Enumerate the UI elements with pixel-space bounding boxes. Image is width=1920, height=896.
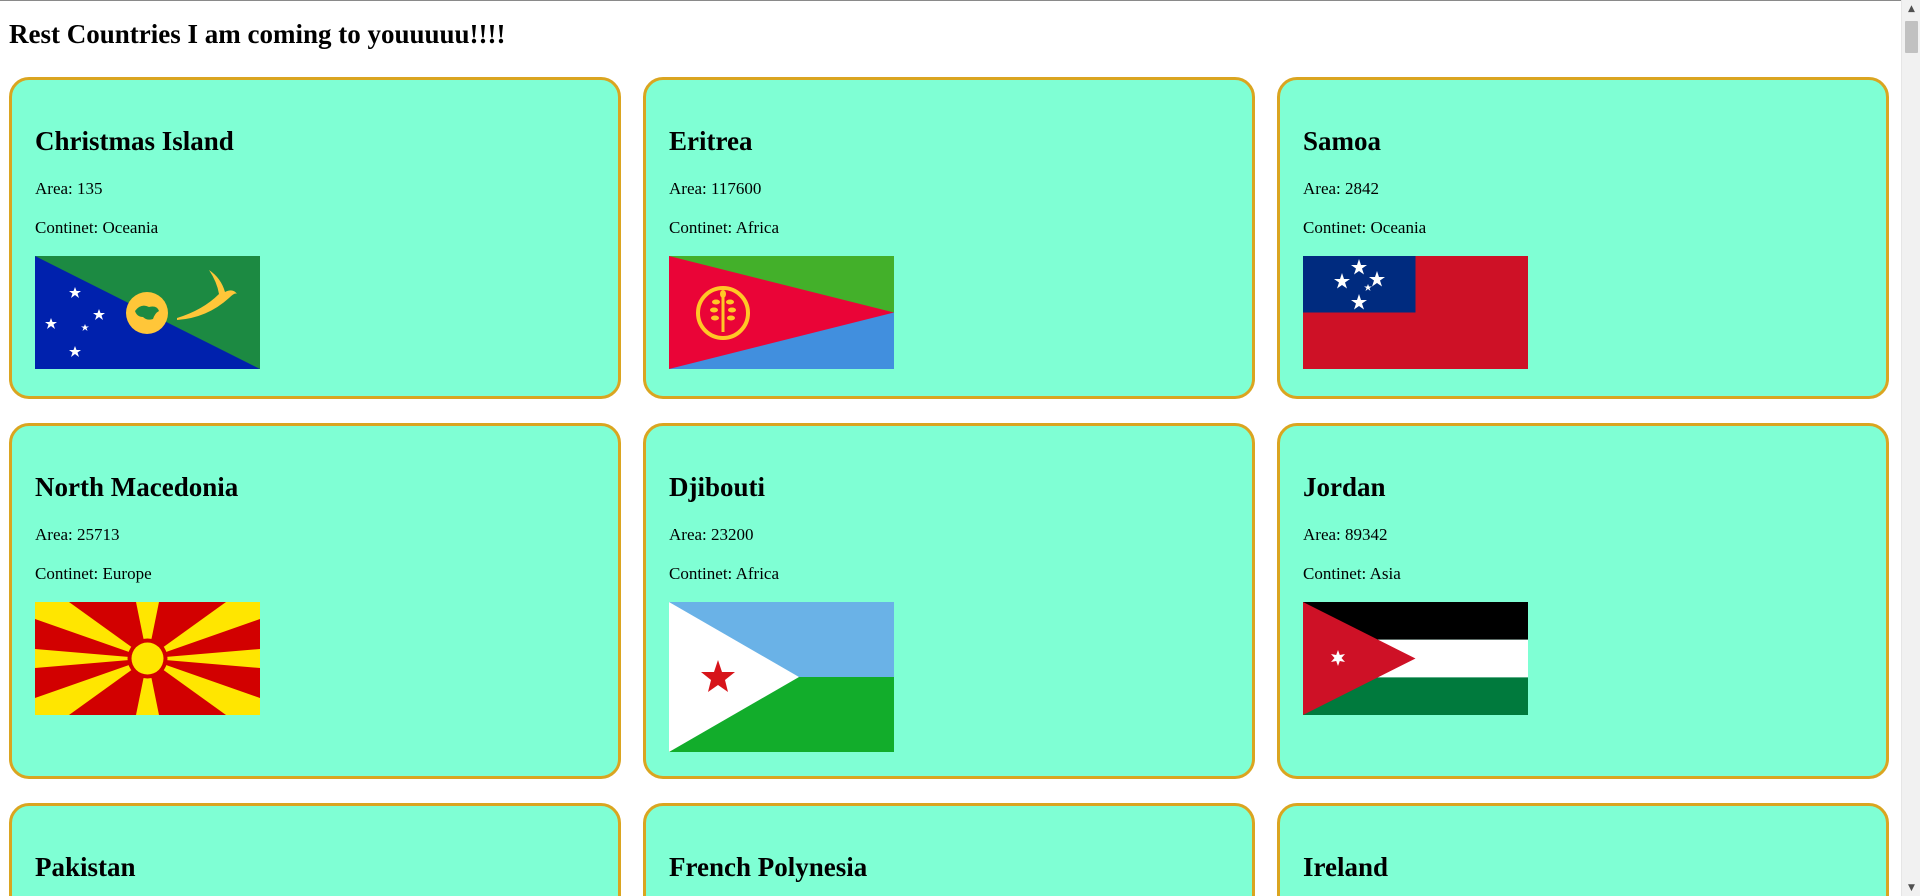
country-name: French Polynesia [669,852,868,882]
country-card: Eritrea Area: 117600 Continet: Africa [643,77,1255,399]
scroll-up-arrow-icon[interactable]: ▲ [1902,0,1920,17]
scrollbar-thumb[interactable] [1905,21,1918,53]
country-name: Pakistan [35,852,136,882]
page-title: Rest Countries I am coming to youuuuu!!!… [9,19,506,49]
country-grid: Christmas Island Area: 135 Continet: Oce… [9,77,1890,896]
eritrea-flag-icon [669,256,894,369]
christmas-island-flag-icon [35,256,260,369]
country-card: Djibouti Area: 23200 Continet: Africa [643,423,1255,779]
country-area: Area: 135 [35,179,103,198]
country-card: North Macedonia Area: 25713 Continet: Eu… [9,423,621,779]
djibouti-flag-icon [669,602,894,752]
country-card: French Polynesia [643,803,1255,896]
country-continent: Continet: Oceania [35,218,159,237]
top-border [0,0,1920,1]
north-macedonia-flag-icon [35,602,260,715]
country-name: North Macedonia [35,472,239,502]
country-area: Area: 117600 [669,179,762,198]
country-name: Eritrea [669,126,753,156]
country-continent: Continet: Asia [1303,564,1401,583]
country-area: Area: 2842 [1303,179,1380,198]
jordan-flag-icon [1303,602,1528,715]
country-name: Ireland [1303,852,1389,882]
country-card: Samoa Area: 2842 Continet: Oceania [1277,77,1889,399]
country-name: Jordan [1303,472,1386,502]
page: Rest Countries I am coming to youuuuu!!!… [0,0,1920,896]
country-card: Pakistan [9,803,621,896]
country-continent: Continet: Oceania [1303,218,1427,237]
country-area: Area: 89342 [1303,525,1388,544]
country-area: Area: 25713 [35,525,120,544]
country-continent: Continet: Africa [669,218,780,237]
country-card: Christmas Island Area: 135 Continet: Oce… [9,77,621,399]
samoa-flag-icon [1303,256,1528,369]
country-continent: Continet: Africa [669,564,780,583]
country-card: Ireland [1277,803,1889,896]
country-name: Christmas Island [35,126,234,156]
country-name: Djibouti [669,472,766,502]
country-card: Jordan Area: 89342 Continet: Asia [1277,423,1889,779]
country-area: Area: 23200 [669,525,754,544]
vertical-scrollbar[interactable]: ▲ ▼ [1901,0,1920,896]
country-continent: Continet: Europe [35,564,152,583]
scroll-down-arrow-icon[interactable]: ▼ [1902,879,1920,896]
country-name: Samoa [1303,126,1382,156]
